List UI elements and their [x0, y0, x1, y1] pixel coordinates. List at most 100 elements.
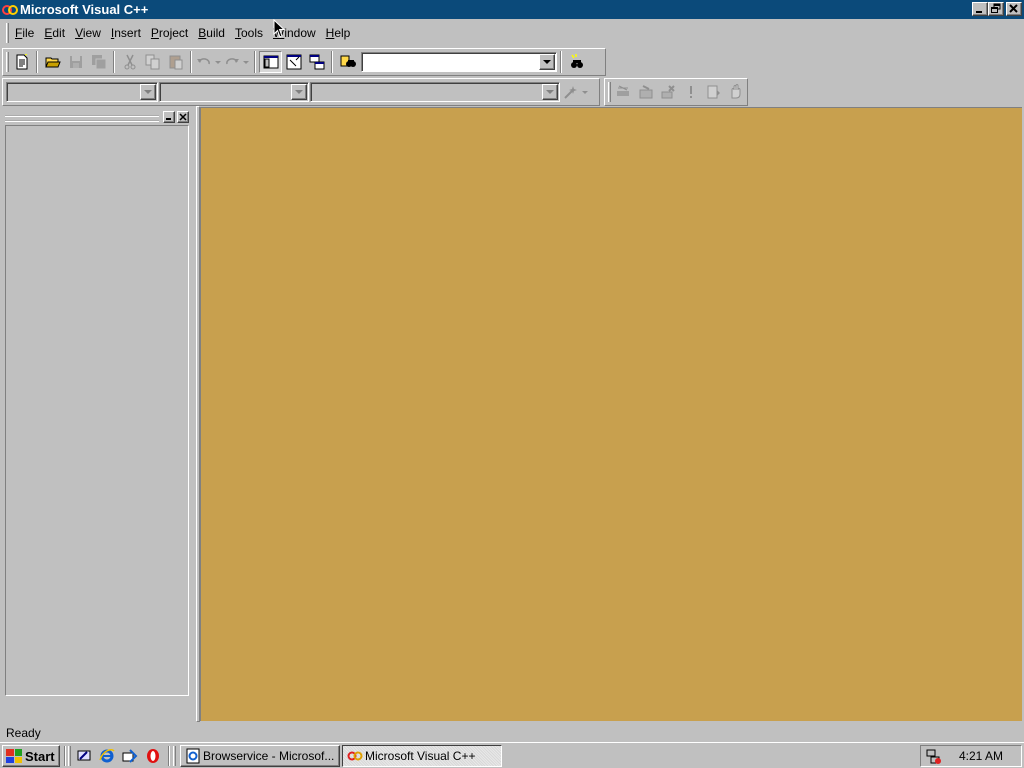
window-title: Microsoft Visual C++ [20, 2, 149, 17]
chevron-down-icon [243, 61, 249, 64]
paste-button[interactable] [164, 51, 187, 73]
task-label: Browservice - Microsof... [203, 749, 335, 763]
menu-view[interactable]: View [70, 23, 106, 43]
network-icon[interactable] [925, 748, 943, 766]
menu-help-label: Help [325, 26, 351, 40]
wizard-action-button[interactable] [560, 81, 580, 103]
menu-edit[interactable]: Edit [39, 23, 70, 43]
workspace-toggle-button[interactable] [259, 51, 282, 73]
workspace-maximize-button[interactable] [163, 111, 175, 123]
find-button[interactable] [565, 51, 588, 73]
redo-icon [226, 58, 239, 65]
tasks-grip[interactable] [173, 746, 176, 766]
title-bar[interactable]: Microsoft Visual C++ [0, 0, 1024, 19]
toolbar-separator [254, 51, 256, 73]
build-button[interactable] [634, 81, 657, 103]
undo-dropdown[interactable] [213, 51, 223, 73]
open-button[interactable] [41, 51, 64, 73]
find-in-files-button[interactable] [336, 51, 359, 73]
menu-tools[interactable]: Tools [230, 23, 268, 43]
window-list-button[interactable] [305, 51, 328, 73]
taskbar-button-browservice[interactable]: Browservice - Microsof... [180, 745, 340, 767]
menu-project[interactable]: Project [146, 23, 193, 43]
function-combo[interactable] [310, 82, 560, 102]
copy-button[interactable] [141, 51, 164, 73]
taskbar-button-visual-cpp[interactable]: Microsoft Visual C++ [342, 745, 502, 767]
menu-grip[interactable] [6, 23, 9, 43]
internet-explorer-button[interactable] [97, 746, 117, 766]
taskbar-separator [64, 746, 66, 766]
save-all-button[interactable] [87, 51, 110, 73]
toolbar-grip[interactable] [6, 52, 9, 72]
clock[interactable]: 4:21 AM [959, 749, 1003, 763]
task-label: Microsoft Visual C++ [365, 749, 476, 763]
chevron-down-icon [546, 90, 554, 94]
breakpoint-icon [731, 84, 741, 99]
execute-button[interactable] [679, 81, 702, 103]
cut-button[interactable] [118, 51, 141, 73]
toolbar-row-standard [0, 47, 1024, 76]
find-combo[interactable] [361, 52, 557, 72]
menu-tools-label: Tools [234, 26, 263, 40]
toolbar-grip[interactable] [608, 82, 611, 102]
find-combo-dropdown[interactable] [539, 54, 555, 70]
start-button[interactable]: Start [2, 745, 60, 767]
menu-help[interactable]: Help [321, 23, 356, 43]
go-icon [707, 85, 721, 99]
wizard-action-dropdown[interactable] [580, 81, 590, 103]
menu-file-label: File [15, 26, 35, 40]
quicklaunch-grip[interactable] [68, 746, 71, 766]
save-button[interactable] [64, 51, 87, 73]
compile-button[interactable] [612, 81, 635, 103]
undo-button[interactable] [195, 51, 213, 73]
copy-icon [145, 54, 159, 70]
stop-build-button[interactable] [657, 81, 680, 103]
menu-file[interactable]: File [10, 23, 39, 43]
visual-cpp-icon [347, 751, 363, 761]
breakpoint-button[interactable] [724, 81, 747, 103]
window-list-icon [309, 54, 324, 70]
mouse-cursor-icon [273, 19, 286, 38]
toolbar-separator [36, 51, 38, 73]
close-button[interactable] [1006, 2, 1022, 16]
toolbar-row-wizard [0, 77, 1024, 106]
menu-insert[interactable]: Insert [106, 23, 146, 43]
visual-cpp-icon [2, 3, 18, 17]
class-combo[interactable] [6, 82, 158, 102]
opera-button[interactable] [143, 746, 163, 766]
mdi-client-area[interactable] [200, 107, 1022, 721]
close-icon [1009, 4, 1018, 13]
function-combo-dropdown[interactable] [542, 84, 558, 100]
save-icon [69, 56, 82, 68]
restore-button[interactable] [988, 2, 1004, 16]
menu-insert-label: Insert [110, 26, 141, 40]
workspace-close-button[interactable] [177, 111, 189, 123]
outlook-express-button[interactable] [120, 746, 140, 766]
status-bar: Ready [0, 723, 1024, 742]
output-button[interactable] [282, 51, 305, 73]
restore-icon [991, 3, 1001, 13]
find-icon [570, 54, 583, 68]
find-in-files-icon [340, 55, 356, 67]
member-combo-dropdown[interactable] [291, 84, 307, 100]
menu-project-label: Project [150, 26, 189, 40]
menu-build[interactable]: Build [193, 23, 230, 43]
toolbar-separator [560, 51, 562, 73]
class-combo-dropdown[interactable] [140, 84, 156, 100]
go-button[interactable] [702, 81, 725, 103]
minimize-button[interactable] [972, 2, 988, 16]
workspace-grip[interactable] [5, 115, 159, 122]
menu-bar: File Edit View Insert Project Build Tool… [0, 21, 1024, 45]
execute-icon [689, 86, 692, 98]
member-combo[interactable] [159, 82, 309, 102]
workspace-tree[interactable] [5, 125, 189, 696]
compile-icon [617, 85, 630, 96]
show-desktop-button[interactable] [74, 746, 94, 766]
new-text-file-button[interactable] [10, 51, 33, 73]
redo-button[interactable] [223, 51, 241, 73]
workspace-header[interactable] [5, 111, 191, 125]
chevron-down-icon [582, 91, 588, 94]
chevron-down-icon [215, 61, 221, 64]
redo-dropdown[interactable] [241, 51, 251, 73]
windows-logo-icon [6, 749, 22, 763]
